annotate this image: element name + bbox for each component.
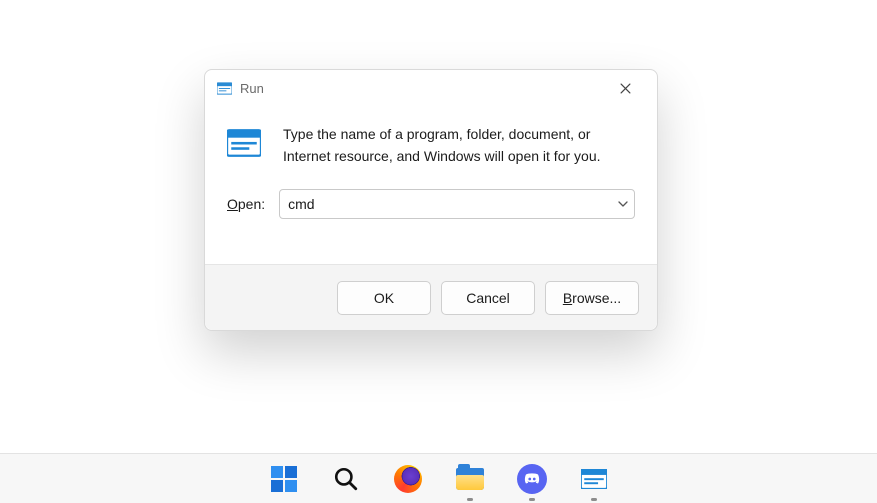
open-label: Open: bbox=[227, 196, 265, 212]
dialog-title: Run bbox=[240, 81, 264, 96]
taskbar-start-button[interactable] bbox=[264, 459, 304, 499]
run-dialog: Run Type the name of a program, folder, … bbox=[204, 69, 658, 331]
taskbar-run-button[interactable] bbox=[574, 459, 614, 499]
close-icon bbox=[620, 83, 631, 94]
dialog-message: Type the name of a program, folder, docu… bbox=[283, 124, 635, 167]
taskbar-search-button[interactable] bbox=[326, 459, 366, 499]
dialog-button-bar: OK Cancel Browse... bbox=[205, 264, 657, 330]
search-icon bbox=[333, 466, 359, 492]
file-explorer-icon bbox=[456, 468, 484, 490]
run-icon bbox=[217, 81, 232, 96]
close-button[interactable] bbox=[603, 73, 647, 103]
discord-icon bbox=[517, 464, 547, 494]
browse-button[interactable]: Browse... bbox=[545, 281, 639, 315]
run-icon bbox=[581, 469, 607, 489]
open-combobox[interactable] bbox=[279, 189, 635, 219]
taskbar-discord-button[interactable] bbox=[512, 459, 552, 499]
running-indicator bbox=[529, 498, 535, 501]
firefox-icon bbox=[394, 465, 422, 493]
titlebar[interactable]: Run bbox=[205, 70, 657, 106]
cancel-button[interactable]: Cancel bbox=[441, 281, 535, 315]
open-input[interactable] bbox=[279, 189, 635, 219]
running-indicator bbox=[467, 498, 473, 501]
taskbar-file-explorer-button[interactable] bbox=[450, 459, 490, 499]
windows-start-icon bbox=[271, 466, 297, 492]
run-icon bbox=[227, 126, 261, 160]
dialog-body: Type the name of a program, folder, docu… bbox=[205, 106, 657, 264]
taskbar-firefox-button[interactable] bbox=[388, 459, 428, 499]
ok-button[interactable]: OK bbox=[337, 281, 431, 315]
running-indicator bbox=[591, 498, 597, 501]
taskbar bbox=[0, 453, 877, 503]
